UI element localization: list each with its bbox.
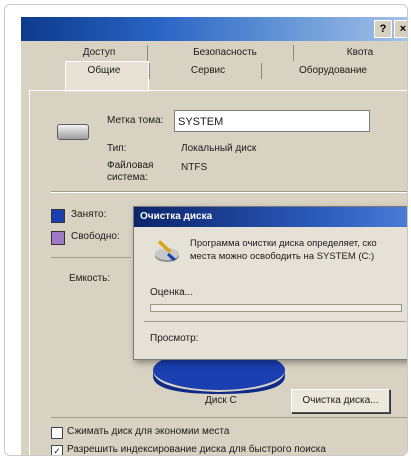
capacity-label: Емкость: <box>69 273 111 284</box>
drive-label: Диск C <box>205 395 237 406</box>
type-label: Тип: <box>107 143 127 154</box>
dialog-title: Очистка диска <box>134 207 407 227</box>
dialog-message: Программа очистки диска определяет, ско … <box>190 237 407 263</box>
hard-drive-icon <box>57 124 89 140</box>
status-label: Оценка... <box>150 287 193 298</box>
separator <box>51 257 131 258</box>
compress-checkbox[interactable] <box>51 427 63 439</box>
close-button[interactable]: × <box>394 20 407 38</box>
tab-row-top: Доступ Безопасность Квота <box>25 45 407 61</box>
progress-bar <box>150 304 402 312</box>
compress-label: Сжимать диск для экономии места <box>67 426 230 437</box>
tab-divider <box>261 63 262 79</box>
volume-name-input[interactable]: SYSTEM <box>174 110 370 132</box>
tab-row-bottom: Общие Сервис Оборудование <box>25 63 407 79</box>
tab-quota[interactable]: Квота <box>325 45 395 61</box>
tab-hardware[interactable]: Оборудование <box>273 63 393 79</box>
filesystem-value: NTFS <box>181 162 208 173</box>
used-space-label: Занято: <box>71 209 107 220</box>
volume-name-label: Метка тома: <box>107 115 164 126</box>
screenshot-frame: ? × Доступ Безопасность Квота Общие Серв… <box>4 4 408 456</box>
filesystem-label-line1: Файловая <box>107 160 154 171</box>
tab-general[interactable]: Общие <box>69 63 139 79</box>
disk-cleanup-icon <box>155 240 179 262</box>
help-button[interactable]: ? <box>374 20 392 38</box>
disk-cleanup-dialog: Очистка диска Программа очистки диска оп… <box>133 206 407 360</box>
filesystem-label-line2: система: <box>107 172 148 183</box>
free-space-swatch <box>51 231 65 245</box>
index-label: Разрешить индексирование диска для быстр… <box>67 444 326 455</box>
tab-access[interactable]: Доступ <box>69 45 129 61</box>
tab-tools[interactable]: Сервис <box>163 63 253 79</box>
properties-window: ? × Доступ Безопасность Квота Общие Серв… <box>21 17 407 455</box>
separator <box>51 417 407 418</box>
index-checkbox[interactable]: ✓ <box>51 445 63 455</box>
tab-divider <box>293 45 294 61</box>
separator <box>144 321 406 322</box>
dialog-message-line1: Программа очистки диска определяет, ско <box>190 238 377 249</box>
tab-divider <box>147 45 148 61</box>
title-bar: ? × <box>21 17 407 41</box>
tab-security[interactable]: Безопасность <box>175 45 275 61</box>
dialog-message-line2: места можно освободить на SYSTEM (C:) <box>190 251 375 262</box>
disk-cleanup-button[interactable]: Очистка диска... <box>291 389 390 413</box>
scan-label: Просмотр: <box>150 333 199 344</box>
tab-divider <box>149 63 150 79</box>
used-space-swatch <box>51 209 65 223</box>
type-value: Локальный диск <box>181 143 257 154</box>
free-space-label: Свободно: <box>71 231 120 242</box>
separator <box>51 192 407 193</box>
